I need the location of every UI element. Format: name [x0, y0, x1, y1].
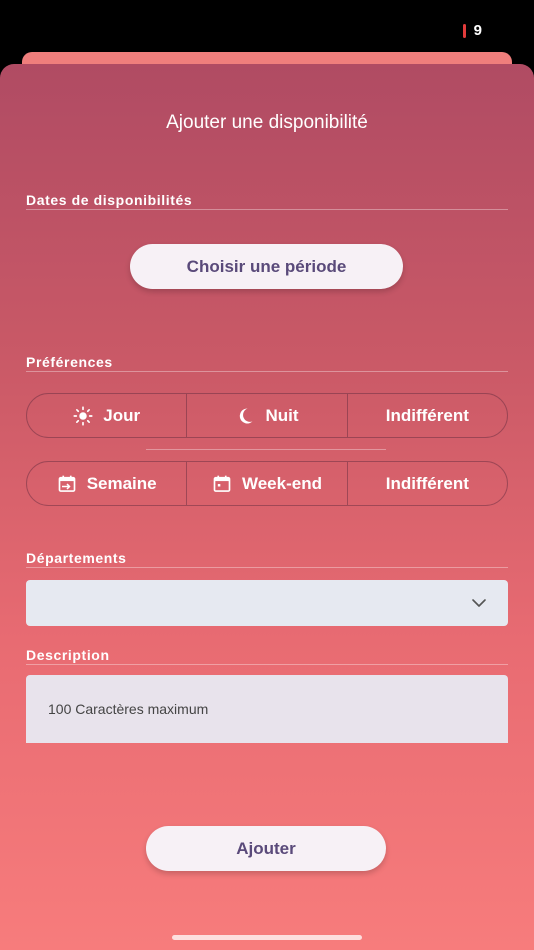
- battery-icon: [462, 23, 466, 38]
- moon-icon: [240, 407, 253, 423]
- option-nuit-label: Nuit: [265, 405, 299, 425]
- add-button[interactable]: Ajouter: [146, 826, 386, 871]
- battery-indicator: 9: [462, 22, 482, 39]
- status-bar: 9: [0, 0, 534, 60]
- option-nuit[interactable]: Nuit: [186, 394, 346, 437]
- dates-section-label: Dates de disponibilités: [26, 192, 193, 208]
- calendar-icon: [213, 475, 231, 492]
- option-semaine[interactable]: Semaine: [27, 462, 186, 505]
- option-indifferent-time[interactable]: Indifférent: [346, 394, 507, 437]
- description-section-label: Description: [26, 647, 110, 663]
- option-indifferent-week[interactable]: Indifférent: [346, 462, 507, 505]
- preferences-divider: [26, 371, 508, 372]
- segment-divider: [146, 449, 386, 450]
- option-semaine-label: Semaine: [86, 473, 157, 493]
- option-week-end-label: Week-end: [241, 473, 322, 493]
- departments-divider: [26, 567, 508, 568]
- departments-select[interactable]: [26, 580, 508, 626]
- preferences-section-label: Préférences: [26, 354, 113, 370]
- chevron-down-icon: [472, 599, 486, 607]
- calendar-arrow-icon: [58, 475, 76, 492]
- description-placeholder: 100 Caractères maximum: [48, 701, 209, 717]
- choose-period-button[interactable]: Choisir une période: [130, 244, 403, 289]
- week-period-selector: Semaine Week-end Indifférent: [26, 461, 508, 506]
- departments-section-label: Départements: [26, 550, 127, 566]
- option-indifferent-week-label: Indifférent: [385, 473, 469, 493]
- option-jour-label: Jour: [103, 405, 141, 425]
- add-availability-modal: Ajouter une disponibilité Dates de dispo…: [0, 64, 534, 950]
- description-divider: [26, 664, 508, 665]
- time-of-day-selector: Jour Nuit Indifférent: [26, 393, 508, 438]
- option-jour[interactable]: Jour: [27, 394, 186, 437]
- option-week-end[interactable]: Week-end: [186, 462, 346, 505]
- sun-icon: [73, 405, 93, 426]
- battery-level: 9: [473, 22, 482, 39]
- dates-divider: [26, 209, 508, 210]
- modal-title: Ajouter une disponibilité: [166, 112, 368, 133]
- home-indicator: [172, 935, 362, 940]
- option-indifferent-time-label: Indifférent: [385, 405, 469, 425]
- description-field[interactable]: 100 Caractères maximum: [26, 675, 508, 743]
